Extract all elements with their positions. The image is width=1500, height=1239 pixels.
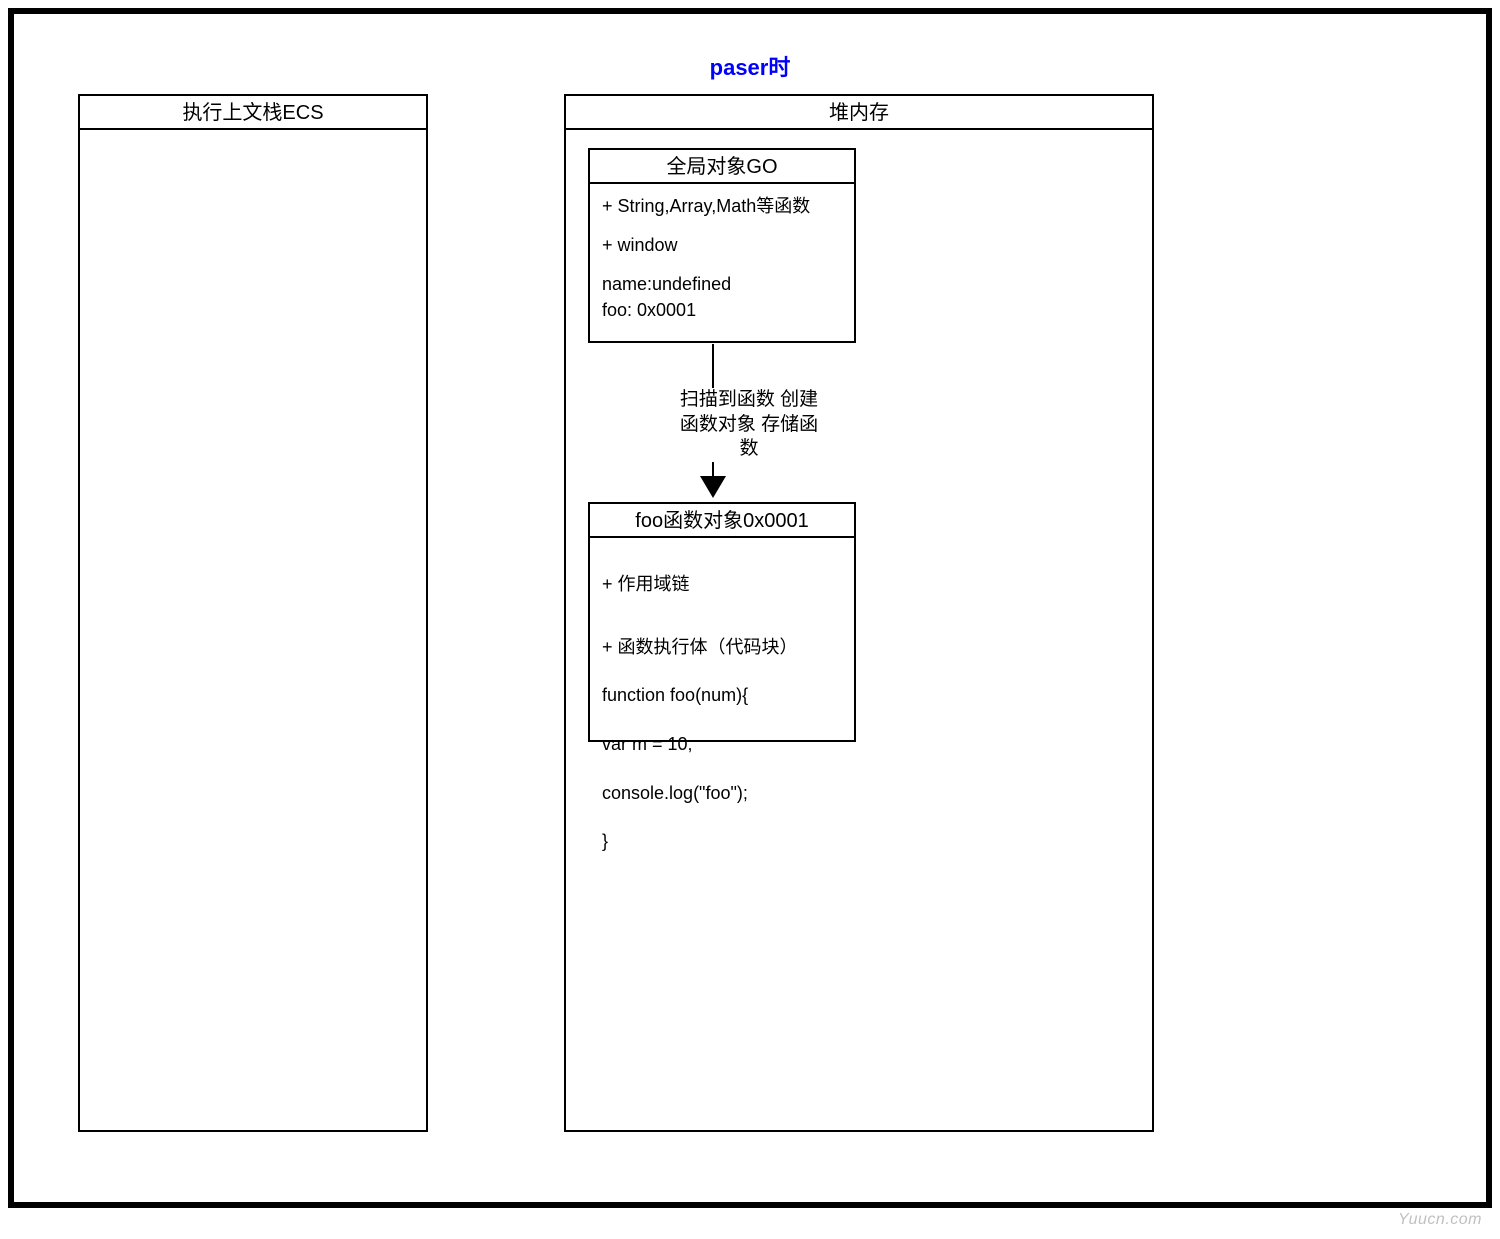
foo-code-line-2: var m = 10;: [602, 732, 842, 756]
foo-body-label: + 函数执行体（代码块）: [602, 635, 842, 659]
arrow-go-to-foo: 扫描到函数 创建函数对象 存储函数: [636, 344, 816, 499]
heap-memory-header: 堆内存: [566, 96, 1152, 130]
diagram-frame: paser时 执行上文栈ECS 堆内存 全局对象GO + String,Arra…: [8, 8, 1492, 1208]
go-foo-value: foo: 0x0001: [602, 298, 842, 323]
watermark-text: Yuucn.com: [1398, 1211, 1482, 1229]
global-object-box: 全局对象GO + String,Array,Math等函数 + window n…: [588, 148, 856, 343]
foo-function-header: foo函数对象0x0001: [590, 504, 854, 538]
go-variables: name:undefined foo: 0x0001: [602, 272, 842, 322]
go-builtin-functions: + String,Array,Math等函数: [602, 194, 842, 219]
foo-function-content: + 作用域链 + 函数执行体（代码块） function foo(num){ v…: [590, 538, 854, 888]
foo-code-line-3: console.log("foo");: [602, 781, 842, 805]
foo-code-line-1: function foo(num){: [602, 683, 842, 707]
global-object-content: + String,Array,Math等函数 + window name:und…: [590, 184, 854, 333]
ecs-stack-box: 执行上文栈ECS: [78, 94, 428, 1132]
arrow-label: 扫描到函数 创建函数对象 存储函数: [674, 388, 824, 462]
ecs-stack-header: 执行上文栈ECS: [80, 96, 426, 130]
foo-scope-chain: + 作用域链: [602, 572, 842, 596]
global-object-header: 全局对象GO: [590, 150, 854, 184]
foo-code-line-4: }: [602, 829, 842, 853]
go-name-value: name:undefined: [602, 272, 842, 297]
arrow-head-icon: [700, 476, 726, 498]
foo-function-object-box: foo函数对象0x0001 + 作用域链 + 函数执行体（代码块） functi…: [588, 502, 856, 742]
heap-memory-box: 堆内存 全局对象GO + String,Array,Math等函数 + wind…: [564, 94, 1154, 1132]
go-window: + window: [602, 233, 842, 258]
diagram-title: paser时: [710, 50, 791, 82]
